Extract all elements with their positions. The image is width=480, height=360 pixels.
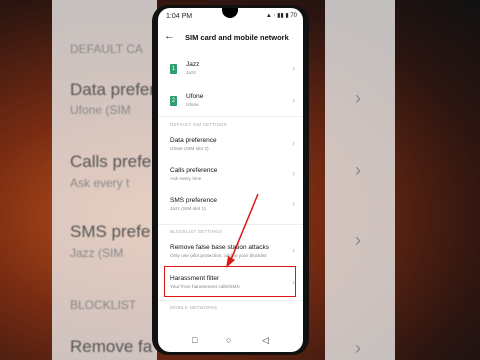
back-icon[interactable]: ◁ <box>262 335 269 346</box>
ghost-data-sub: Ufone (SIM <box>70 103 131 117</box>
sim-name: Ufone <box>186 93 204 100</box>
chevron-right-icon: › <box>292 245 295 255</box>
item-sub: Jazz (SIM slot 1) <box>170 207 206 212</box>
item-title: Data preference <box>170 137 217 144</box>
item-sub: Ask every time <box>170 177 202 182</box>
item-title: SMS preference <box>170 197 217 204</box>
chevron-right-icon: › <box>292 198 295 208</box>
sim-item-jazz[interactable]: 1 Jazz Jazz › <box>158 58 303 88</box>
ghost-chevron-icon: › <box>355 338 361 358</box>
sim-sub: Jazz <box>186 71 196 76</box>
ghost-chevron-icon: › <box>355 88 361 108</box>
camera-notch <box>222 8 238 18</box>
chevron-right-icon: › <box>292 95 295 105</box>
back-arrow-icon[interactable]: ← <box>164 30 175 42</box>
ghost-section2: BLOCKLIST <box>70 298 137 312</box>
chevron-right-icon: › <box>292 168 295 178</box>
section-default-sim: DEFAULT SIM SETTINGS <box>170 122 227 127</box>
chevron-right-icon: › <box>292 138 295 148</box>
item-sub: Ufone (SIM slot 2) <box>170 147 209 152</box>
ghost-remove: Remove fa <box>70 337 153 356</box>
calls-preference-item[interactable]: Calls preference Ask every time › <box>158 166 303 192</box>
status-time: 1:04 PM <box>166 13 193 20</box>
ghost-chevron-icon: › <box>355 160 361 180</box>
annotation-arrow-icon <box>226 193 259 268</box>
ghost-data: Data prefere <box>70 80 165 99</box>
section-blocklist: BLOCKLIST SETTINGS <box>170 229 223 234</box>
highlight-box <box>164 266 296 297</box>
divider <box>158 300 303 301</box>
section-mobile-networks: MOBILE NETWORKS <box>170 305 218 310</box>
status-icons: ▲ ⋅ ▮▮ ▮ 70 <box>265 13 297 19</box>
recent-apps-icon[interactable]: □ <box>192 335 197 345</box>
sim-sub: Ufone <box>186 103 199 108</box>
data-preference-item[interactable]: Data preference Ufone (SIM slot 2) › <box>158 136 303 162</box>
ghost-section-label: DEFAULT CA <box>70 42 143 56</box>
item-title: Calls preference <box>170 167 218 174</box>
sim-name: Jazz <box>186 61 200 68</box>
sim-card-icon: 1 <box>170 64 177 74</box>
ghost-calls: Calls prefe <box>70 152 152 171</box>
chevron-right-icon: › <box>292 63 295 73</box>
divider <box>158 116 303 117</box>
ghost-calls-sub: Ask every t <box>70 176 130 190</box>
ghost-sms-sub: Jazz (SIM <box>70 246 124 260</box>
navigation-bar: □ ○ ◁ <box>158 330 303 352</box>
app-header: ← SIM card and mobile network <box>158 28 303 48</box>
ghost-chevron-icon: › <box>355 230 361 250</box>
status-bar: 1:04 PM ▲ ⋅ ▮▮ ▮ 70 <box>158 8 303 24</box>
phone-screen: 1:04 PM ▲ ⋅ ▮▮ ▮ 70 ← SIM card and mobil… <box>158 8 303 352</box>
sim-card-icon: 2 <box>170 96 177 106</box>
page-title: SIM card and mobile network <box>185 33 289 42</box>
home-icon[interactable]: ○ <box>226 335 231 345</box>
ghost-sms: SMS prefe <box>70 222 151 241</box>
